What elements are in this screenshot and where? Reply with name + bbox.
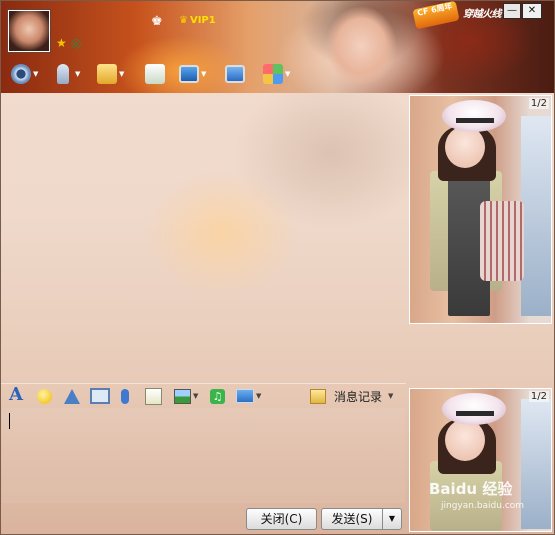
screenshot-icon — [90, 388, 110, 404]
message-history-button[interactable]: 消息记录 ▼ — [310, 387, 393, 405]
skin-caption: 穿越火线 — [463, 9, 502, 20]
image-icon — [174, 388, 191, 404]
font-button[interactable]: A — [9, 383, 23, 405]
avatar[interactable] — [8, 10, 50, 52]
face-art — [445, 126, 485, 168]
close-window-button[interactable]: ✕ — [522, 3, 542, 19]
voice-chat-button[interactable]: ▼ — [53, 63, 80, 85]
screen-share-button[interactable] — [225, 63, 245, 85]
wardrobe-art — [521, 116, 551, 316]
dropdown-arrow-icon[interactable]: ▼ — [193, 392, 198, 400]
screenshot-button[interactable] — [90, 387, 110, 405]
show-panel-top[interactable]: 1/2 — [409, 95, 552, 324]
dropdown-arrow-icon[interactable]: ▼ — [119, 70, 124, 78]
font-icon: A — [9, 383, 23, 405]
video-chat-button[interactable]: ▼ — [11, 63, 38, 85]
message-history[interactable] — [1, 93, 406, 381]
dropdown-arrow-icon[interactable]: ▼ — [285, 70, 290, 78]
app-center-button[interactable]: ▼ — [263, 63, 290, 85]
send-button[interactable]: 发送(S) — [321, 508, 383, 530]
remote-assist-icon — [179, 65, 199, 83]
message-history-label: 消息记录 — [334, 389, 383, 404]
dropdown-arrow-icon[interactable]: ▼ — [201, 70, 206, 78]
show-pager[interactable]: 1/2 — [528, 98, 549, 109]
voice-message-button[interactable] — [118, 387, 129, 405]
minimize-button[interactable]: — — [503, 3, 521, 19]
app-center-icon — [263, 64, 283, 84]
shake-button[interactable] — [64, 387, 80, 405]
emoji-button[interactable] — [37, 387, 52, 405]
text-caret — [9, 413, 10, 429]
watermark: Baidu 经验 — [429, 480, 513, 498]
video-chat-icon — [11, 64, 31, 84]
send-file-button[interactable]: ▼ — [97, 63, 124, 85]
wardrobe-art — [521, 399, 551, 529]
face-art — [445, 419, 485, 461]
voice-chat-icon — [57, 64, 69, 84]
dropdown-arrow-icon[interactable]: ▼ — [256, 392, 261, 400]
shake-icon — [64, 388, 80, 404]
qq-status-icon[interactable]: ◎ — [71, 36, 81, 50]
sms-button[interactable] — [145, 63, 165, 85]
send-file-icon — [97, 64, 117, 84]
watermark-url: jingyan.baidu.com — [441, 501, 525, 511]
music-icon: ♫ — [210, 388, 225, 404]
hat-band-art — [456, 118, 494, 123]
chat-window: ★ ◎ ♚ ♛ VIP1 CF 6周年 穿越火线 — ✕ ▼ ▼ ▼ ▼ ▼ 1/… — [0, 0, 555, 535]
crown-icon: ♛ — [179, 15, 188, 26]
close-button[interactable]: 关闭(C) — [246, 508, 317, 530]
message-input[interactable] — [2, 408, 405, 503]
screen-share-icon — [225, 65, 245, 83]
monitor-icon — [236, 389, 254, 403]
microphone-icon — [121, 388, 129, 404]
hat-art — [442, 100, 506, 132]
hat-band-art — [456, 411, 494, 416]
input-toolbar: A ▼ ♫ ▼ 消息记录 ▼ — [1, 383, 406, 408]
note-button[interactable] — [145, 387, 162, 405]
send-options-button[interactable]: ▼ — [382, 508, 402, 530]
dropdown-arrow-icon[interactable]: ▼ — [75, 70, 80, 78]
screen-capture-button[interactable]: ▼ — [236, 387, 261, 405]
show-pager[interactable]: 1/2 — [528, 391, 549, 402]
note-icon — [145, 387, 162, 405]
sms-icon — [145, 64, 165, 84]
history-icon — [310, 388, 326, 404]
vip-badge[interactable]: ♛ VIP1 — [179, 15, 216, 26]
send-image-button[interactable]: ▼ — [174, 387, 198, 405]
remote-assist-button[interactable]: ▼ — [179, 63, 206, 85]
main-toolbar: ▼ ▼ ▼ ▼ ▼ — [1, 59, 554, 89]
dropdown-arrow-icon[interactable]: ▼ — [388, 392, 393, 400]
star-icon[interactable]: ★ — [56, 36, 67, 50]
music-button[interactable]: ♫ — [210, 387, 225, 405]
vip-label: VIP1 — [189, 15, 216, 26]
penguin-icon[interactable]: ♚ — [151, 14, 165, 30]
hat-art — [442, 393, 506, 425]
emoji-icon — [37, 388, 52, 404]
bag-art — [480, 201, 524, 281]
dropdown-arrow-icon[interactable]: ▼ — [33, 70, 38, 78]
